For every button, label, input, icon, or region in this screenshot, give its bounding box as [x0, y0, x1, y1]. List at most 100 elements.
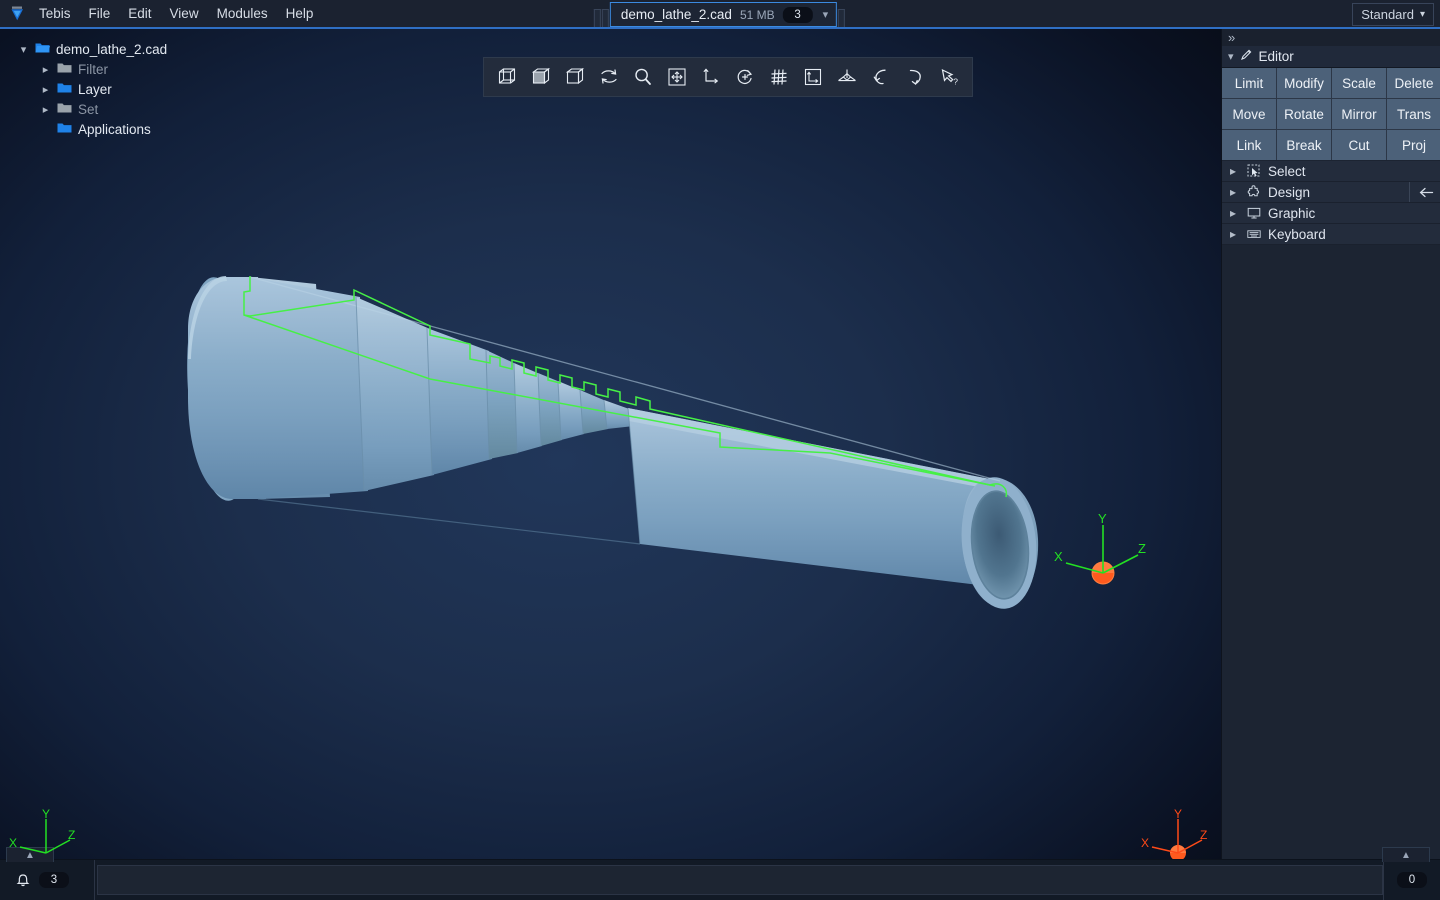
folder-icon [57, 61, 72, 77]
panel-section-graphic-label: Graphic [1268, 205, 1316, 221]
menu-item-modules[interactable]: Modules [208, 2, 277, 25]
svg-text:Y: Y [1098, 511, 1107, 526]
panel-expand-button[interactable]: » [1222, 29, 1440, 46]
editor-button-limit[interactable]: Limit [1222, 68, 1276, 98]
status-bar-right-count[interactable]: 0 [1383, 860, 1440, 900]
keyboard-icon [1246, 227, 1261, 242]
svg-text:Z: Z [1200, 828, 1207, 842]
profile-select-label: Standard [1361, 7, 1414, 22]
menu-item-tebis[interactable]: Tebis [30, 2, 80, 25]
grid-icon[interactable] [762, 60, 796, 94]
editor-button-move[interactable]: Move [1222, 99, 1276, 129]
wireframe-view-icon[interactable] [490, 60, 524, 94]
shaded-view-icon[interactable] [524, 60, 558, 94]
editor-button-rotate[interactable]: Rotate [1277, 99, 1331, 129]
tab-notch [593, 9, 601, 27]
svg-text:X: X [1054, 549, 1063, 564]
tree-item-filter[interactable]: ▸ Filter [18, 59, 167, 79]
panel-section-graphic[interactable]: ▸ Graphic [1222, 203, 1440, 224]
folder-icon [57, 81, 72, 97]
tree-item-root-label: demo_lathe_2.cad [56, 41, 168, 57]
chevron-right-icon[interactable]: ▸ [1230, 164, 1239, 178]
chevron-right-icon[interactable]: ▸ [1230, 185, 1239, 199]
panel-section-design-label: Design [1268, 184, 1311, 200]
folder-icon [57, 101, 72, 117]
right-count-badge: 0 [1397, 872, 1427, 888]
cad-model-lathe-part [187, 276, 1039, 609]
rotate-left-icon[interactable] [864, 60, 898, 94]
folder-icon [57, 121, 72, 137]
profile-select[interactable]: Standard ▾ [1352, 3, 1434, 26]
rotate-down-icon[interactable] [898, 60, 932, 94]
tab-notch [601, 9, 609, 27]
tab-stack-left [593, 0, 610, 29]
panel-section-keyboard[interactable]: ▸ Keyboard [1222, 224, 1440, 245]
editor-button-break[interactable]: Break [1277, 130, 1331, 160]
viewpoint-icon[interactable] [830, 60, 864, 94]
editor-button-proj[interactable]: Proj [1387, 130, 1440, 160]
menu-items: Tebis File Edit View Modules Help [30, 2, 322, 25]
document-tab-badge: 3 [782, 6, 813, 23]
zoom-magnifier-icon[interactable] [626, 60, 660, 94]
reference-axis-triad: Y X Z [1136, 807, 1216, 859]
chevron-down-icon[interactable]: ▾ [821, 8, 831, 21]
solid-view-icon[interactable] [558, 60, 592, 94]
editor-button-modify[interactable]: Modify [1277, 68, 1331, 98]
notification-count-badge: 3 [39, 872, 69, 888]
menu-bar: Tebis File Edit View Modules Help demo_l… [0, 0, 1440, 29]
document-tab-filesize: 51 MB [739, 7, 775, 22]
menu-item-edit[interactable]: Edit [119, 2, 160, 25]
panel-section-select-label: Select [1268, 163, 1306, 179]
chevron-right-icon[interactable]: ▸ [1230, 227, 1239, 241]
cursor-help-icon[interactable]: ? [932, 60, 966, 94]
panel-section-design[interactable]: ▸ Design [1222, 182, 1440, 203]
bell-icon[interactable] [14, 871, 32, 889]
editor-button-scale[interactable]: Scale [1332, 68, 1386, 98]
panel-section-select[interactable]: ▸ Select [1222, 161, 1440, 182]
monitor-icon [1246, 206, 1261, 221]
menu-item-view[interactable]: View [161, 2, 208, 25]
editor-button-mirror[interactable]: Mirror [1332, 99, 1386, 129]
editor-section-header[interactable]: ▾ Editor [1222, 46, 1440, 68]
pan-move-icon[interactable] [660, 60, 694, 94]
tree-item-set[interactable]: ▸ Set [18, 99, 167, 119]
editor-button-cut[interactable]: Cut [1332, 130, 1386, 160]
arrow-left-icon[interactable] [1409, 182, 1437, 202]
editor-button-delete[interactable]: Delete [1387, 68, 1440, 98]
right-panel: » ▾ Editor Limit Modify Scale Delete Mov… [1221, 29, 1440, 859]
folder-open-icon [35, 41, 50, 57]
menu-item-help[interactable]: Help [277, 2, 323, 25]
document-tab[interactable]: demo_lathe_2.cad 51 MB 3 ▾ [609, 2, 838, 27]
chevron-down-icon: ▾ [1419, 9, 1425, 20]
svg-text:Y: Y [1174, 807, 1182, 821]
coordinate-axis-icon[interactable] [694, 60, 728, 94]
status-bar-input[interactable] [97, 865, 1383, 895]
viewport-3d[interactable]: ▾ demo_lathe_2.cad ▸ Filter ▸ Layer ▸ Se… [0, 29, 1221, 859]
editor-button-link[interactable]: Link [1222, 130, 1276, 160]
editor-button-grid: Limit Modify Scale Delete Move Rotate Mi… [1222, 68, 1440, 160]
svg-text:?: ? [953, 77, 958, 87]
chevron-right-icon[interactable]: ▸ [1230, 206, 1239, 220]
editor-button-trans[interactable]: Trans [1387, 99, 1440, 129]
tree-item-root[interactable]: ▾ demo_lathe_2.cad [18, 39, 167, 59]
chevron-right-icon[interactable]: ▸ [40, 63, 51, 76]
tree-item-applications-label: Applications [78, 121, 151, 137]
tree-item-layer[interactable]: ▸ Layer [18, 79, 167, 99]
notification-area[interactable]: 3 [0, 860, 95, 900]
chevron-right-icon[interactable]: ▸ [40, 83, 51, 96]
status-bar-right-handle[interactable]: ▲ [1382, 847, 1430, 862]
tree-item-applications[interactable]: ▸ Applications [18, 119, 167, 139]
main-area: ▾ demo_lathe_2.cad ▸ Filter ▸ Layer ▸ Se… [0, 29, 1440, 859]
frame-region-icon[interactable] [796, 60, 830, 94]
rotate-view-icon[interactable] [728, 60, 762, 94]
chevron-down-icon[interactable]: ▾ [18, 43, 29, 56]
refresh-swap-icon[interactable] [592, 60, 626, 94]
model-axis-triad: Y X Z [1050, 511, 1155, 594]
document-tab-zone: demo_lathe_2.cad 51 MB 3 ▾ [593, 0, 846, 29]
tab-notch [838, 9, 846, 27]
svg-text:X: X [9, 836, 17, 850]
chevron-right-icon[interactable]: ▸ [40, 103, 51, 116]
chevron-down-icon[interactable]: ▾ [1228, 50, 1234, 63]
menu-item-file[interactable]: File [80, 2, 120, 25]
svg-text:X: X [1141, 836, 1149, 850]
